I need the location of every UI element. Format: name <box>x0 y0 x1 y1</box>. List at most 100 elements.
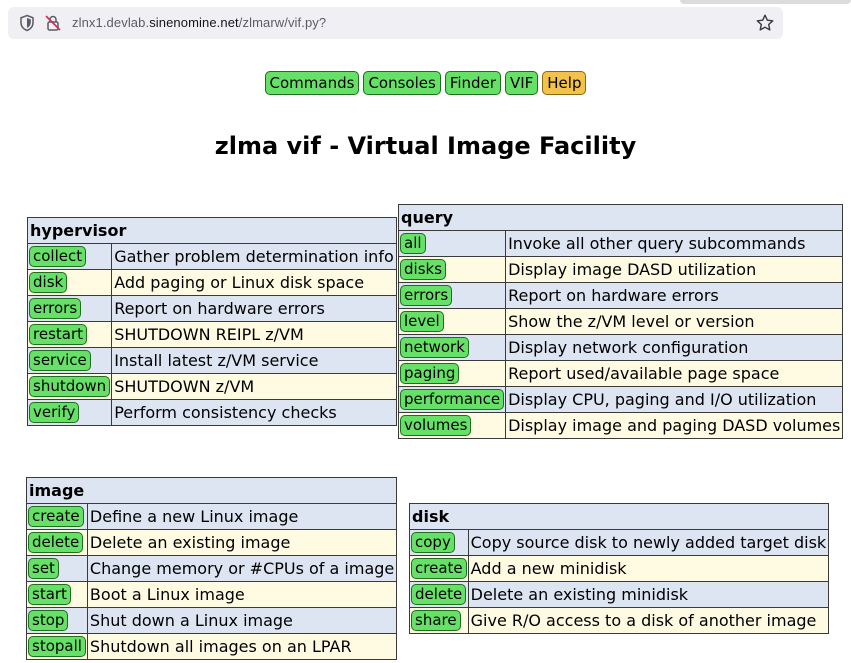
cmd-description: SHUTDOWN REIPL z/VM <box>111 321 397 348</box>
table-row: create Define a new Linux image <box>26 503 398 530</box>
hypervisor-table: hypervisor collect Gather problem determi… <box>26 217 397 426</box>
cmd-description: Shutdown all images on an LPAR <box>86 633 398 660</box>
tab-strip <box>680 0 851 4</box>
url-path: /zlmarw/vif.py? <box>238 15 327 30</box>
image-stopall-button[interactable]: stopall <box>28 636 86 657</box>
nav-finder-button[interactable]: Finder <box>444 71 501 95</box>
cmd-description: Install latest z/VM service <box>111 347 397 374</box>
cmd-description: Boot a Linux image <box>86 581 398 608</box>
url-prefix: zlnx1.devlab. <box>72 15 150 30</box>
cmd-description: Report on hardware errors <box>111 295 397 322</box>
table-row: network Display network configuration <box>397 334 844 361</box>
insecure-lock-icon[interactable] <box>44 14 62 32</box>
nav-vif-button[interactable]: VIF <box>504 71 539 95</box>
cmd-description: Delete an existing minidisk <box>467 581 830 608</box>
table-heading: disk <box>408 503 830 530</box>
hypervisor-errors-button[interactable]: errors <box>29 298 82 319</box>
table-row: verify Perform consistency checks <box>26 399 397 426</box>
hypervisor-disk-button[interactable]: disk <box>29 272 68 293</box>
image-stop-button[interactable]: stop <box>28 610 69 631</box>
cmd-description: Gather problem determination info <box>111 243 397 270</box>
image-table: image create Define a new Linux image del… <box>25 477 398 660</box>
url-host: sinenomine.net <box>149 15 239 30</box>
query-all-button[interactable]: all <box>400 233 426 254</box>
table-row: restart SHUTDOWN REIPL z/VM <box>26 321 397 348</box>
query-network-button[interactable]: network <box>400 337 469 358</box>
hypervisor-shutdown-button[interactable]: shutdown <box>29 376 111 397</box>
table-row: copy Copy source disk to newly added targ… <box>409 529 830 556</box>
disk-table: disk copy Copy source disk to newly added… <box>408 503 830 634</box>
cmd-description: Display CPU, paging and I/O utilization <box>505 386 844 413</box>
table-row: set Change memory or #CPUs of a image <box>26 555 398 582</box>
url-text[interactable]: zlnx1.devlab.sinenomine.net/zlmarw/vif.p… <box>72 15 326 30</box>
table-row: level Show the z/VM level or version <box>397 308 844 335</box>
cmd-description: Display network configuration <box>505 334 844 361</box>
cmd-description: Define a new Linux image <box>86 503 398 530</box>
table-heading: image <box>25 477 398 504</box>
table-row: service Install latest z/VM service <box>26 347 397 374</box>
query-performance-button[interactable]: performance <box>400 389 505 410</box>
cmd-description: Report on hardware errors <box>505 282 844 309</box>
cmd-description: Perform consistency checks <box>111 399 397 426</box>
cmd-description: Give R/O access to a disk of another ima… <box>467 607 830 634</box>
table-row: all Invoke all other query subcommands <box>397 230 844 257</box>
table-row: share Give R/O access to a disk of anothe… <box>409 607 830 634</box>
browser-toolbar: zlnx1.devlab.sinenomine.net/zlmarw/vif.p… <box>0 0 851 48</box>
disk-create-button[interactable]: create <box>411 558 467 579</box>
image-set-button[interactable]: set <box>28 558 59 579</box>
cmd-description: Display image DASD utilization <box>505 256 844 283</box>
disk-copy-button[interactable]: copy <box>411 532 455 553</box>
cmd-description: Report used/available page space <box>505 360 844 387</box>
cmd-description: Copy source disk to newly added target d… <box>467 529 830 556</box>
table-row: paging Report used/available page space <box>397 360 844 387</box>
table-row: delete Delete an existing image <box>26 529 398 556</box>
nav-commands-button[interactable]: Commands <box>264 71 360 95</box>
bookmark-star-icon[interactable] <box>755 13 775 33</box>
table-row: shutdown SHUTDOWN z/VM <box>26 373 397 400</box>
cmd-description: Change memory or #CPUs of a image <box>86 555 398 582</box>
table-heading: query <box>397 204 844 231</box>
table-row: stopall Shutdown all images on an LPAR <box>26 633 398 660</box>
query-level-button[interactable]: level <box>400 311 444 332</box>
disk-share-button[interactable]: share <box>411 610 461 631</box>
table-row: performance Display CPU, paging and I/O u… <box>397 386 844 413</box>
disk-delete-button[interactable]: delete <box>411 584 467 605</box>
table-row: start Boot a Linux image <box>26 581 398 608</box>
table-row: create Add a new minidisk <box>409 555 830 582</box>
hypervisor-service-button[interactable]: service <box>29 350 91 371</box>
table-row: collect Gather problem determination info <box>26 243 397 270</box>
query-table: query all Invoke all other query subcomma… <box>397 204 844 439</box>
nav-consoles-button[interactable]: Consoles <box>363 71 441 95</box>
cmd-description: SHUTDOWN z/VM <box>111 373 397 400</box>
table-row: volumes Display image and paging DASD vol… <box>397 412 844 439</box>
cmd-description: Display image and paging DASD volumes <box>505 412 844 439</box>
query-errors-button[interactable]: errors <box>400 285 453 306</box>
image-start-button[interactable]: start <box>28 584 71 605</box>
nav-help-button[interactable]: Help <box>542 71 587 95</box>
cmd-description: Add paging or Linux disk space <box>111 269 397 296</box>
hypervisor-restart-button[interactable]: restart <box>29 324 88 345</box>
cmd-description: Add a new minidisk <box>467 555 830 582</box>
image-delete-button[interactable]: delete <box>28 532 84 553</box>
cmd-description: Invoke all other query subcommands <box>505 230 844 257</box>
cmd-description: Shut down a Linux image <box>86 607 398 634</box>
tracking-shield-icon[interactable] <box>18 14 36 32</box>
image-create-button[interactable]: create <box>28 506 84 527</box>
table-row: stop Shut down a Linux image <box>26 607 398 634</box>
top-nav: Commands Consoles Finder VIF Help <box>0 71 851 95</box>
table-row: disk Add paging or Linux disk space <box>26 269 397 296</box>
table-row: errors Report on hardware errors <box>397 282 844 309</box>
table-heading: hypervisor <box>27 217 397 244</box>
table-row: errors Report on hardware errors <box>26 295 397 322</box>
table-row: disks Display image DASD utilization <box>397 256 844 283</box>
query-paging-button[interactable]: paging <box>400 363 460 384</box>
hypervisor-verify-button[interactable]: verify <box>29 402 80 423</box>
query-volumes-button[interactable]: volumes <box>400 415 472 436</box>
page-title: zlma vif - Virtual Image Facility <box>214 132 637 160</box>
cmd-description: Delete an existing image <box>86 529 398 556</box>
hypervisor-collect-button[interactable]: collect <box>29 246 87 267</box>
cmd-description: Show the z/VM level or version <box>505 308 844 335</box>
address-bar[interactable]: zlnx1.devlab.sinenomine.net/zlmarw/vif.p… <box>8 7 783 39</box>
query-disks-button[interactable]: disks <box>400 259 447 280</box>
table-row: delete Delete an existing minidisk <box>409 581 830 608</box>
